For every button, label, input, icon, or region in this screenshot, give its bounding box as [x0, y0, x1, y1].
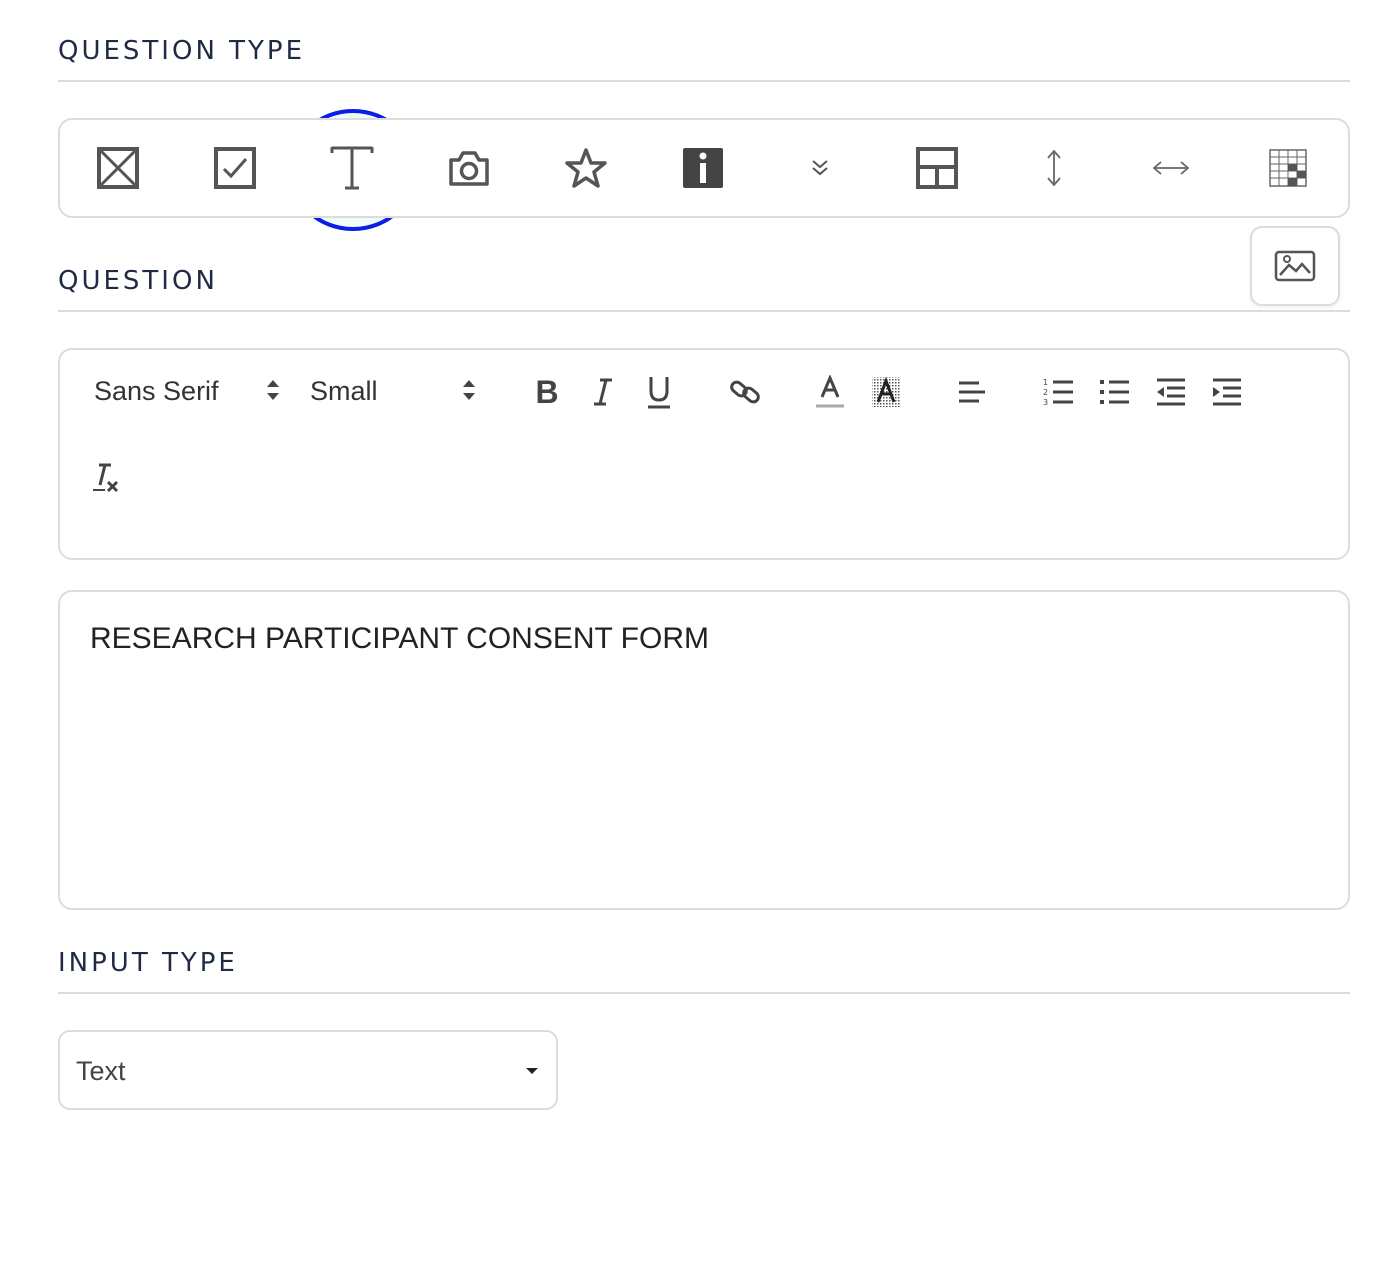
- grid-table-icon[interactable]: [1248, 120, 1328, 216]
- question-type-toolbar: [58, 118, 1350, 218]
- svg-text:3: 3: [1043, 398, 1048, 407]
- question-heading: QUESTION: [58, 266, 1350, 312]
- italic-icon[interactable]: [586, 372, 620, 412]
- outdent-icon[interactable]: [1152, 372, 1190, 412]
- input-type-value: Text: [76, 1056, 126, 1086]
- indent-icon[interactable]: [1208, 372, 1246, 412]
- input-type-heading: INPUT TYPE: [58, 948, 1350, 994]
- font-size-arrows-icon: [463, 380, 475, 400]
- camera-icon[interactable]: [429, 120, 509, 216]
- question-content[interactable]: RESEARCH PARTICIPANT CONSENT FORM: [90, 622, 709, 656]
- link-icon[interactable]: [726, 372, 764, 412]
- chevron-double-down-icon[interactable]: [780, 120, 860, 216]
- question-type-heading: QUESTION TYPE: [58, 36, 1350, 82]
- bullet-list-icon[interactable]: [1096, 372, 1134, 412]
- layout-icon[interactable]: [897, 120, 977, 216]
- ordered-list-icon[interactable]: 1 2 3: [1040, 372, 1078, 412]
- svg-text:2: 2: [1043, 388, 1048, 397]
- horizontal-resize-icon[interactable]: [1131, 120, 1211, 216]
- editor-toolbar: Sans Serif Small B 1 2 3: [58, 348, 1350, 560]
- svg-text:1: 1: [1043, 378, 1048, 387]
- font-size-label: Small: [310, 375, 378, 406]
- text-t-icon[interactable]: [312, 120, 392, 216]
- font-family-select[interactable]: Sans Serif: [94, 370, 219, 412]
- font-size-select[interactable]: Small: [310, 370, 378, 412]
- vertical-resize-icon[interactable]: [1014, 120, 1094, 216]
- star-icon[interactable]: [546, 120, 626, 216]
- info-icon[interactable]: [663, 120, 743, 216]
- font-family-arrows-icon: [267, 380, 279, 400]
- caret-down-icon: [526, 1068, 538, 1074]
- box-x-icon[interactable]: [78, 120, 158, 216]
- text-color-icon[interactable]: [812, 370, 848, 414]
- question-editor[interactable]: RESEARCH PARTICIPANT CONSENT FORM: [58, 590, 1350, 910]
- underline-icon[interactable]: [642, 370, 676, 414]
- bold-icon[interactable]: B: [530, 372, 564, 412]
- clear-format-icon[interactable]: [86, 458, 126, 498]
- input-type-select[interactable]: Text: [58, 1030, 558, 1110]
- background-color-icon[interactable]: [868, 370, 904, 414]
- align-left-icon[interactable]: [954, 374, 990, 410]
- font-family-label: Sans Serif: [94, 375, 219, 406]
- checkbox-icon[interactable]: [195, 120, 275, 216]
